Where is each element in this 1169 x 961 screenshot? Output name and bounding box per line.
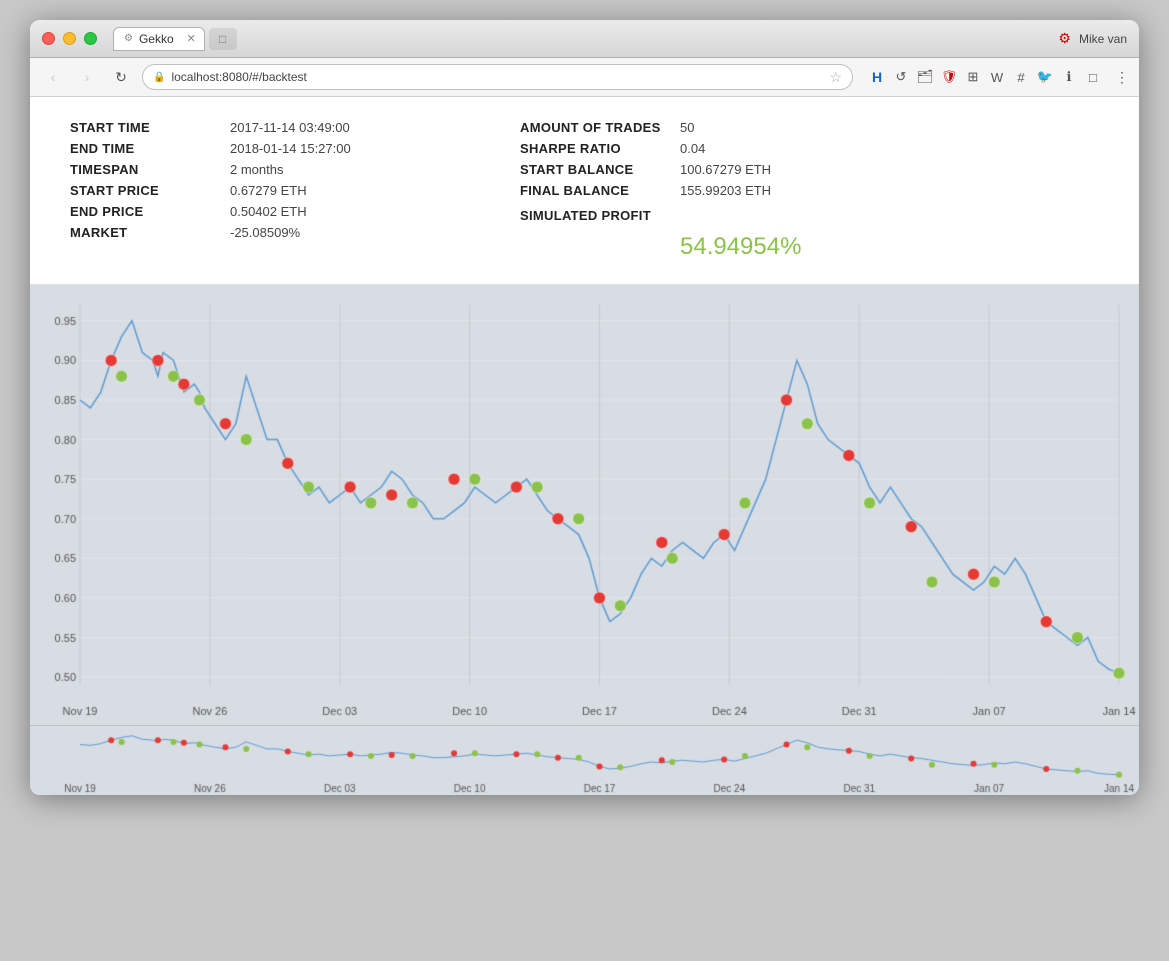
navbar: ‹ › ↻ 🔒 localhost:8080/#/backtest ☆ H ↺ … <box>30 58 1139 97</box>
start-balance-value: 100.67279 ETH <box>680 162 771 177</box>
new-tab-button[interactable]: □ <box>209 28 237 50</box>
ext-icon-4[interactable]: 🛡 <box>939 67 959 87</box>
titlebar: ⚙ Gekko ✕ □ ⚙ Mike van <box>30 20 1139 58</box>
simulated-profit-value: 54.94954% <box>680 233 801 261</box>
tab-area: ⚙ Gekko ✕ □ <box>113 27 1058 51</box>
traffic-lights <box>42 32 97 45</box>
ext-icon-1[interactable]: H <box>867 67 887 87</box>
start-balance-row: START BALANCE 100.67279 ETH <box>520 159 970 180</box>
main-chart-canvas <box>30 285 1139 725</box>
start-price-value: 0.67279 ETH <box>230 183 307 198</box>
chart-container <box>30 285 1139 795</box>
market-value: -25.08509% <box>230 225 300 240</box>
ext-icon-5[interactable]: ⊞ <box>963 67 983 87</box>
profit-value-row: 54.94954% <box>520 226 970 264</box>
start-price-row: START PRICE 0.67279 ETH <box>70 180 520 201</box>
market-row: MARKET -25.08509% <box>70 222 520 243</box>
amount-trades-row: AMOUNT OF TRADES 50 <box>520 117 970 138</box>
end-price-label: END PRICE <box>70 204 230 219</box>
final-balance-value: 155.99203 ETH <box>680 183 771 198</box>
timespan-row: TIMESPAN 2 months <box>70 159 520 180</box>
main-chart[interactable] <box>30 285 1139 725</box>
timespan-label: TIMESPAN <box>70 162 230 177</box>
forward-button[interactable]: › <box>74 64 100 90</box>
lock-icon: 🔒 <box>153 72 165 83</box>
amount-trades-value: 50 <box>680 120 694 135</box>
extensions-area: H ↺ 🗂 🛡 ⊞ W # 🐦 ℹ □ <box>867 67 1103 87</box>
ext-icon-9[interactable]: ℹ <box>1059 67 1079 87</box>
final-balance-label: FINAL BALANCE <box>520 183 680 198</box>
mini-chart-canvas <box>30 726 1139 795</box>
user-name: Mike van <box>1079 32 1127 46</box>
simulated-profit-row: SIMULATED PROFIT <box>520 205 970 226</box>
timespan-value: 2 months <box>230 162 283 177</box>
tab-close-button[interactable]: ✕ <box>186 32 195 45</box>
end-price-row: END PRICE 0.50402 ETH <box>70 201 520 222</box>
ext-icon-3[interactable]: 🗂 <box>915 67 935 87</box>
final-balance-row: FINAL BALANCE 155.99203 ETH <box>520 180 970 201</box>
ext-icon-8[interactable]: 🐦 <box>1035 67 1055 87</box>
url-text: localhost:8080/#/backtest <box>171 70 306 84</box>
sharpe-ratio-value: 0.04 <box>680 141 705 156</box>
end-time-row: END TIME 2018-01-14 15:27:00 <box>70 138 520 159</box>
end-price-value: 0.50402 ETH <box>230 204 307 219</box>
browser-window: ⚙ Gekko ✕ □ ⚙ Mike van ‹ › ↻ 🔒 localhost… <box>30 20 1139 795</box>
browser-menu-button[interactable]: ⋮ <box>1115 69 1129 86</box>
stats-content: START TIME 2017-11-14 03:49:00 END TIME … <box>30 97 1139 285</box>
market-label: MARKET <box>70 225 230 240</box>
active-tab[interactable]: ⚙ Gekko ✕ <box>113 27 205 51</box>
ext-icon-7[interactable]: # <box>1011 67 1031 87</box>
tab-title: Gekko <box>139 32 174 46</box>
back-button[interactable]: ‹ <box>40 64 66 90</box>
end-time-label: END TIME <box>70 141 230 156</box>
close-button[interactable] <box>42 32 55 45</box>
stats-left-col: START TIME 2017-11-14 03:49:00 END TIME … <box>70 117 520 264</box>
address-bar[interactable]: 🔒 localhost:8080/#/backtest ☆ <box>142 64 853 90</box>
end-time-value: 2018-01-14 15:27:00 <box>230 141 351 156</box>
new-tab-icon: □ <box>219 32 226 46</box>
ext-icon-2[interactable]: ↺ <box>891 67 911 87</box>
minimize-button[interactable] <box>63 32 76 45</box>
ext-icon-6[interactable]: W <box>987 67 1007 87</box>
extension-icon: ⚙ <box>1058 30 1071 47</box>
tab-favicon: ⚙ <box>124 33 133 44</box>
stats-right-col: AMOUNT OF TRADES 50 SHARPE RATIO 0.04 ST… <box>520 117 970 264</box>
mini-chart[interactable] <box>30 725 1139 795</box>
sharpe-ratio-row: SHARPE RATIO 0.04 <box>520 138 970 159</box>
user-info: ⚙ Mike van <box>1058 30 1127 47</box>
start-time-value: 2017-11-14 03:49:00 <box>230 120 350 135</box>
start-time-label: START TIME <box>70 120 230 135</box>
stats-grid: START TIME 2017-11-14 03:49:00 END TIME … <box>70 117 970 264</box>
refresh-button[interactable]: ↻ <box>108 64 134 90</box>
amount-trades-label: AMOUNT OF TRADES <box>520 120 680 135</box>
start-price-label: START PRICE <box>70 183 230 198</box>
simulated-profit-label: SIMULATED PROFIT <box>520 208 680 223</box>
start-balance-label: START BALANCE <box>520 162 680 177</box>
bookmark-icon[interactable]: ☆ <box>829 69 842 86</box>
sharpe-ratio-label: SHARPE RATIO <box>520 141 680 156</box>
maximize-button[interactable] <box>84 32 97 45</box>
start-time-row: START TIME 2017-11-14 03:49:00 <box>70 117 520 138</box>
ext-icon-10[interactable]: □ <box>1083 67 1103 87</box>
